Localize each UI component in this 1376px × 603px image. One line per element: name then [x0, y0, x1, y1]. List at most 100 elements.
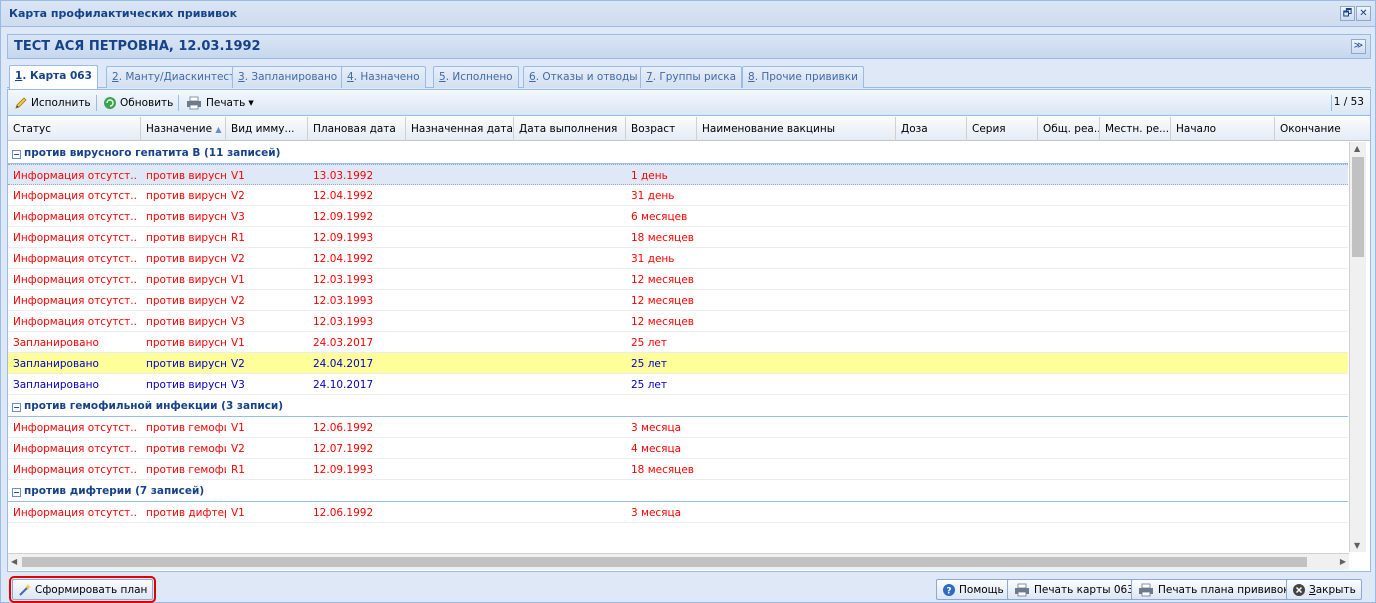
cell-age: 25 лет [631, 358, 667, 370]
column-header-general-reaction[interactable]: Общ. реа... [1038, 117, 1100, 141]
cell-kind: R1 [231, 464, 245, 476]
collapse-group-icon[interactable]: − [12, 403, 21, 412]
cell-plan: 24.10.2017 [313, 379, 374, 391]
cell-purpose: против вирусно... [146, 295, 226, 307]
close-button[interactable]: Закрыть [1286, 579, 1362, 600]
cell-plan: 12.03.1993 [313, 295, 374, 307]
collapse-group-icon[interactable]: − [12, 150, 21, 159]
table-row[interactable]: Информация отсутст... против дифтерии V1 12… [8, 502, 1348, 523]
cell-purpose: против вирусно... [146, 190, 226, 202]
tab-assigned[interactable]: 4. Назначено [341, 66, 426, 88]
refresh-icon [103, 96, 117, 110]
tab-risk-groups[interactable]: 7. Группы риска [640, 66, 743, 88]
tab-other-vaccinations[interactable]: 8. Прочие прививки [742, 66, 864, 88]
column-header-local-reaction[interactable]: Местн. ре... [1100, 117, 1171, 141]
group-header[interactable]: − против дифтерии (7 записей) [8, 480, 1348, 502]
table-row[interactable]: Информация отсутст... против вирусно... V2… [8, 248, 1348, 269]
table-row[interactable]: Информация отсутст... против вирусно... V3… [8, 311, 1348, 332]
scroll-left-icon[interactable]: ◀ [11, 557, 17, 566]
tab-label: . Карта 063 [22, 70, 92, 82]
column-header-age[interactable]: Возраст [626, 117, 697, 141]
cell-plan: 12.06.1992 [313, 422, 374, 434]
scroll-thumb[interactable] [1352, 157, 1364, 257]
column-header-plan-date[interactable]: Плановая дата [308, 117, 406, 141]
column-header-execution-date[interactable]: Дата выполнения [514, 117, 626, 141]
tab-card-063[interactable]: 1. Карта 063 [9, 65, 98, 89]
patient-bar: ТЕСТ АСЯ ПЕТРОВНА, 12.03.1992 ≫ [7, 34, 1371, 59]
tab-strip: 1. Карта 063 2. Манту/Диаскинтест 3. Зап… [7, 64, 1371, 89]
cell-kind: V1 [231, 507, 245, 519]
window-footer: Сформировать план ? Помощь Печать карты … [1, 574, 1375, 603]
group-title: против гемофильной инфекции (3 записи) [24, 400, 284, 412]
help-icon: ? [942, 583, 956, 597]
cell-plan: 12.04.1992 [313, 253, 374, 265]
scroll-right-icon[interactable]: ▶ [1340, 557, 1346, 566]
table-row[interactable]: Информация отсутст... против вирусно... V1… [8, 269, 1348, 290]
tab-refusals[interactable]: 6. Отказы и отводы [523, 66, 644, 88]
cell-status: Информация отсутст... [13, 274, 138, 286]
scroll-thumb[interactable] [22, 557, 1307, 567]
tab-planned[interactable]: 3. Запланировано [232, 66, 344, 88]
group-header[interactable]: − против гемофильной инфекции (3 записи) [8, 395, 1348, 417]
vertical-scrollbar[interactable]: ▲ ▼ [1349, 142, 1366, 552]
grid-header: Статус Назначение ▲ Вид имму... Плановая… [8, 117, 1370, 141]
group-header[interactable]: − против вирусного гепатита В (11 записей… [8, 142, 1348, 164]
table-row[interactable]: Информация отсутст... против вирусно... V3… [8, 206, 1348, 227]
tab-mantoux[interactable]: 2. Манту/Диаскинтест [106, 66, 242, 88]
cell-age: 12 месяцев [631, 316, 694, 328]
table-row[interactable]: Информация отсутст... против вирусно... R1… [8, 227, 1348, 248]
table-row[interactable]: Информация отсутст... против гемофи... V2 1… [8, 438, 1348, 459]
execute-button[interactable]: Исполнить [14, 95, 91, 111]
svg-text:?: ? [946, 586, 951, 596]
table-row[interactable]: Запланировано против вирусно... V2 24.04.20… [8, 353, 1348, 374]
tab-hotkey: 2 [112, 71, 119, 83]
form-plan-button[interactable]: Сформировать план [8, 576, 157, 603]
cell-kind: V1 [231, 422, 245, 434]
table-row[interactable]: Запланировано против вирусно... V1 24.03.20… [8, 332, 1348, 353]
collapse-group-icon[interactable]: − [12, 488, 21, 497]
column-header-start[interactable]: Начало [1171, 117, 1275, 141]
table-row[interactable]: Информация отсутст... против вирусно... V2… [8, 185, 1348, 206]
horizontal-scrollbar[interactable]: ◀ ▶ [8, 553, 1349, 570]
column-header-vaccine-name[interactable]: Наименование вакцины [697, 117, 896, 141]
cell-plan: 12.09.1992 [313, 211, 374, 223]
tab-hotkey: 4 [347, 71, 354, 83]
print-menu-button[interactable]: Печать ▼ [185, 95, 254, 111]
refresh-label: Обновить [120, 97, 174, 109]
scroll-down-icon[interactable]: ▼ [1354, 541, 1360, 550]
column-header-status[interactable]: Статус [8, 117, 141, 141]
column-header-end[interactable]: Окончание [1275, 117, 1370, 141]
window-tools: 🗗 ✕ [1340, 6, 1371, 21]
table-row[interactable]: Информация отсутст... против гемофи... V1 1… [8, 417, 1348, 438]
print-card-063-button[interactable]: Печать карты 063 [1007, 579, 1140, 600]
help-button[interactable]: ? Помощь [936, 579, 1010, 600]
column-header-dose[interactable]: Доза [896, 117, 967, 141]
card-panel: Исполнить Обновить Печать ▼ 1 / 53 Стату… [7, 89, 1371, 572]
cell-status: Информация отсутст... [13, 464, 138, 476]
group-title: против дифтерии (7 записей) [24, 485, 205, 497]
collapse-icon[interactable]: ≫ [1351, 39, 1366, 54]
close-window-icon[interactable]: ✕ [1356, 6, 1371, 21]
maximize-icon[interactable]: 🗗 [1340, 6, 1355, 21]
tab-executed[interactable]: 5. Исполнено [433, 66, 519, 88]
column-header-kind[interactable]: Вид имму... [226, 117, 308, 141]
column-header-purpose[interactable]: Назначение ▲ [141, 117, 226, 141]
table-row[interactable]: Информация отсутст... против вирусно... V1… [8, 164, 1348, 185]
table-row[interactable]: Запланировано против вирусно... V3 24.10.20… [8, 374, 1348, 395]
cell-status: Информация отсутст... [13, 443, 138, 455]
table-row[interactable]: Информация отсутст... против вирусно... V2… [8, 290, 1348, 311]
cell-plan: 13.03.1992 [313, 170, 374, 182]
cell-age: 12 месяцев [631, 295, 694, 307]
cell-age: 31 день [631, 190, 675, 202]
cell-plan: 12.09.1993 [313, 232, 374, 244]
table-row[interactable]: Информация отсутст... против гемофи... R1 1… [8, 459, 1348, 480]
execute-label: Исполнить [31, 97, 91, 109]
column-header-assigned-date[interactable]: Назначенная дата [406, 117, 514, 141]
cell-age: 6 месяцев [631, 211, 688, 223]
print-plan-button[interactable]: Печать плана прививок [1131, 579, 1296, 600]
column-header-series[interactable]: Серия [967, 117, 1038, 141]
scroll-up-icon[interactable]: ▲ [1354, 144, 1360, 153]
refresh-button[interactable]: Обновить [103, 95, 173, 111]
pencil-icon [14, 96, 28, 110]
grid-body: − против вирусного гепатита В (11 записей… [8, 142, 1348, 552]
